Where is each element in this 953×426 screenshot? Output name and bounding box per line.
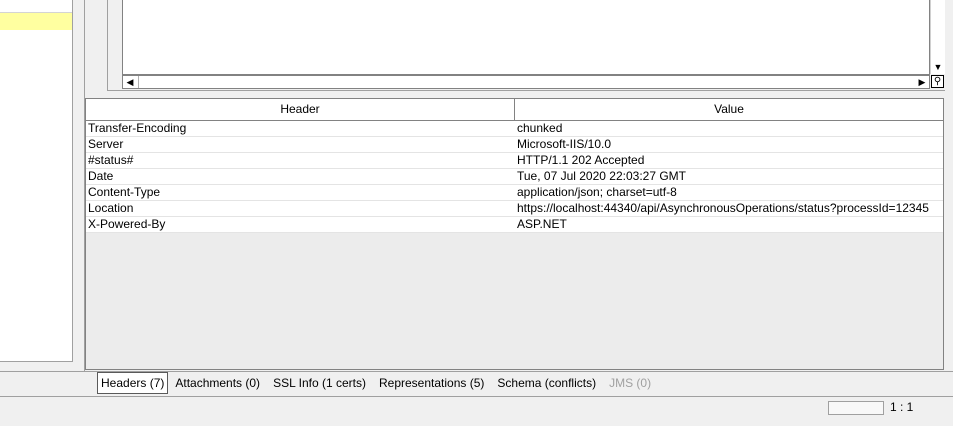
table-row[interactable]: Transfer-Encoding chunked [86,121,943,137]
tab-representations[interactable]: Representations (5) [373,373,490,393]
header-value-cell: ASP.NET [517,217,567,231]
table-header: Header Value [86,99,943,121]
magnifier-icon[interactable]: ⚲ [931,75,944,88]
table-body: Transfer-Encoding chunked Server Microsoft-… [86,121,943,233]
header-name-cell: Date [88,169,114,183]
table-row[interactable]: Date Tue, 07 Jul 2020 22:03:27 GMT [86,169,943,185]
raw-response-text[interactable] [122,0,930,75]
table-row[interactable]: X-Powered-By ASP.NET [86,217,943,233]
header-value-cell: application/json; charset=utf-8 [517,185,677,199]
table-row[interactable]: #status# HTTP/1.1 202 Accepted [86,153,943,169]
tab-headers[interactable]: Headers (7) [97,372,169,394]
scroll-thumb[interactable] [138,76,899,88]
tab-ssl[interactable]: SSL Info (1 certs) [267,373,372,393]
tab-jms: JMS (0) [609,376,652,390]
header-value-cell: Microsoft-IIS/10.0 [517,137,612,151]
header-name-cell: Content-Type [88,185,161,199]
raw-response-area: ▼ ◀ ▶ ⚲ [107,0,945,91]
navigator-panel[interactable] [0,0,73,362]
arrow-down-icon[interactable]: ▼ [931,60,945,74]
table-row[interactable]: Content-Type application/json; charset=ut… [86,185,943,201]
column-header-header[interactable]: Header [86,99,515,120]
vertical-scrollbar[interactable]: ▼ [930,0,945,74]
arrow-left-icon[interactable]: ◀ [123,76,137,88]
tab-attachments[interactable]: Attachments (0) [169,373,266,393]
status-progress [828,401,884,415]
headers-table: Header Value Transfer-Encoding chunked Ser… [85,98,944,370]
header-value-cell: HTTP/1.1 202 Accepted [517,153,645,167]
table-row[interactable]: Location https://localhost:44340/api/Asyn… [86,201,943,217]
arrow-right-icon[interactable]: ▶ [915,76,929,88]
header-name-cell: Transfer-Encoding [88,121,187,135]
selected-navigator-item[interactable] [0,13,72,30]
tab-schema[interactable]: Schema (conflicts) [491,373,602,393]
header-name-cell: #status# [88,153,134,167]
divider [0,396,953,397]
header-value-cell: chunked [517,121,563,135]
header-name-cell: X-Powered-By [88,217,166,231]
horizontal-scrollbar[interactable]: ◀ ▶ [122,75,930,89]
cursor-position: 1 : 1 [890,400,914,414]
tab-bar: Headers (7) Attachments (0) SSL Info (1 ce… [97,372,658,394]
header-value-cell: https://localhost:44340/api/Asynchronous… [517,201,929,215]
header-value-cell: Tue, 07 Jul 2020 22:03:27 GMT [517,169,686,183]
column-header-value[interactable]: Value [515,99,943,120]
table-row[interactable]: Server Microsoft-IIS/10.0 [86,137,943,153]
header-name-cell: Location [88,201,134,215]
header-name-cell: Server [88,137,124,151]
